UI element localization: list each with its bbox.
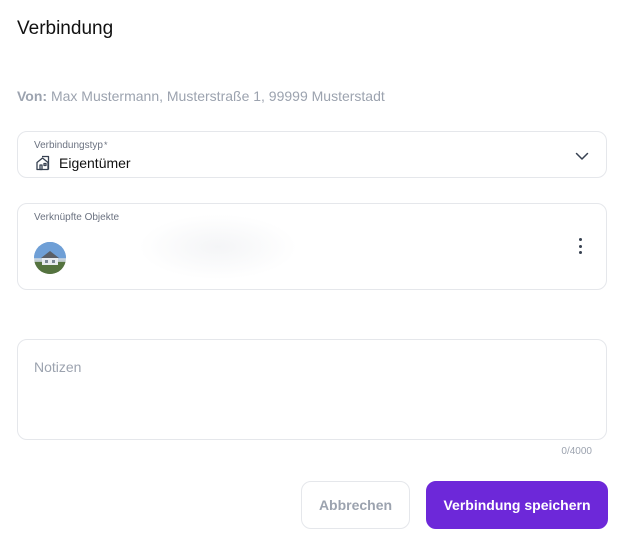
dialog-title: Verbindung	[17, 18, 114, 39]
building-icon	[35, 155, 51, 171]
required-marker: *	[103, 140, 108, 150]
from-label: Von:	[17, 88, 48, 104]
chevron-down-icon	[575, 149, 589, 168]
notes-input[interactable]	[18, 340, 606, 439]
connection-type-label: Verbindungstyp*	[34, 140, 107, 151]
more-vertical-icon[interactable]	[576, 237, 584, 255]
connection-type-value: Eigentümer	[35, 155, 131, 171]
cancel-button[interactable]: Abbrechen	[301, 481, 410, 529]
linked-objects-field: Verknüpfte Objekte	[17, 203, 607, 290]
connection-type-select[interactable]: Verbindungstyp* Eigentümer	[17, 131, 607, 178]
notes-char-counter: 0/4000	[561, 446, 592, 457]
save-connection-button[interactable]: Verbindung speichern	[426, 481, 608, 529]
linked-object-redacted-info	[138, 214, 298, 280]
connection-dialog: Verbindung Von: Max Mustermann, Musterst…	[0, 0, 625, 555]
property-photo-avatar[interactable]	[34, 242, 66, 274]
linked-objects-label: Verknüpfte Objekte	[34, 212, 120, 223]
connection-type-label-text: Verbindungstyp	[34, 140, 103, 151]
from-value: Max Mustermann, Musterstraße 1, 99999 Mu…	[50, 88, 385, 104]
notes-field	[17, 339, 607, 440]
connection-type-value-text: Eigentümer	[59, 155, 131, 171]
from-line: Von: Max Mustermann, Musterstraße 1, 999…	[17, 88, 385, 104]
